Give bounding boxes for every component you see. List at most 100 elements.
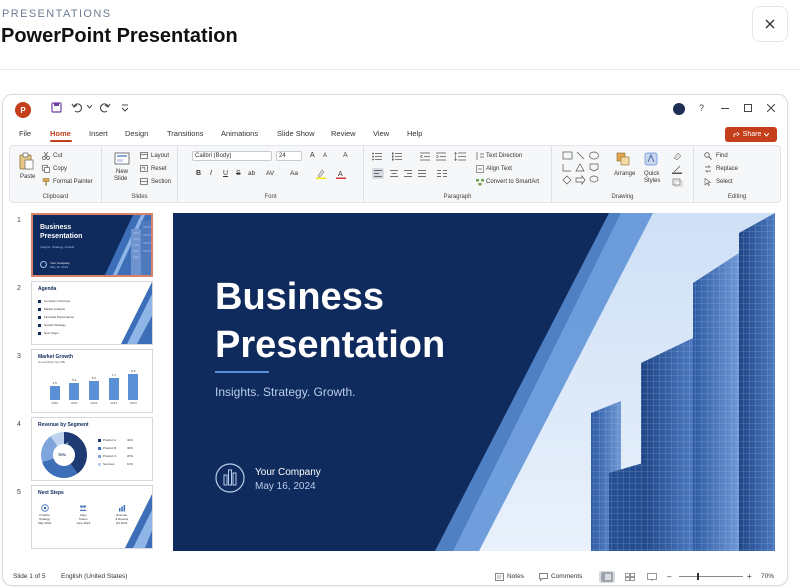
align-right-icon[interactable] xyxy=(402,168,414,179)
underline-button[interactable]: U xyxy=(223,170,228,177)
tab-transitions[interactable]: Transitions xyxy=(167,129,203,138)
line-spacing-icon[interactable] xyxy=(454,152,466,161)
undo-icon[interactable] xyxy=(71,102,83,113)
find-label[interactable]: Find xyxy=(716,153,728,159)
zoom-out-button[interactable]: – xyxy=(667,572,671,581)
tab-animations[interactable]: Animations xyxy=(221,129,258,138)
cut-icon[interactable] xyxy=(42,152,50,160)
slide-thumbnail-2[interactable]: Agenda Company Overview Market Analysis … xyxy=(31,281,153,345)
tab-design[interactable]: Design xyxy=(125,129,148,138)
shrink-font-icon[interactable]: A xyxy=(323,153,327,159)
quick-styles-label-2[interactable]: Styles xyxy=(644,178,660,184)
clear-formatting-icon[interactable]: A xyxy=(343,152,348,159)
new-slide-label[interactable]: New xyxy=(116,169,128,175)
tab-help[interactable]: Help xyxy=(407,129,422,138)
help-icon[interactable]: ? xyxy=(699,103,704,113)
notes-button[interactable]: Notes xyxy=(507,573,524,580)
main-slide-title[interactable]: Business Presentation xyxy=(215,273,445,369)
quick-styles-label[interactable]: Quick xyxy=(644,171,659,177)
font-size-select[interactable]: 24 xyxy=(276,151,302,161)
replace-icon[interactable] xyxy=(704,165,712,173)
layout-label[interactable]: Layout xyxy=(151,153,169,159)
char-spacing-button[interactable]: AV xyxy=(266,170,274,177)
change-case-button[interactable]: Aa xyxy=(290,170,298,177)
shape-outline-icon[interactable] xyxy=(672,165,684,174)
select-icon[interactable] xyxy=(704,178,712,186)
language-indicator[interactable]: English (United States) xyxy=(61,573,127,580)
replace-label[interactable]: Replace xyxy=(716,166,738,172)
comments-button[interactable]: Comments xyxy=(551,573,582,580)
text-direction-label[interactable]: Text Direction xyxy=(486,153,522,159)
zoom-slider-track[interactable] xyxy=(679,576,743,577)
redo-icon[interactable] xyxy=(99,102,111,113)
tab-slide-show[interactable]: Slide Show xyxy=(277,129,315,138)
slide-thumbnail-5[interactable]: Next Steps Finalize Strategy May 2024 Alig… xyxy=(31,485,153,549)
window-close-icon[interactable] xyxy=(767,104,775,112)
tab-view[interactable]: View xyxy=(373,129,389,138)
smartart-icon[interactable] xyxy=(476,178,484,186)
slide-thumbnail-4[interactable]: Revenue by Segment 70% Product A 40% Prod… xyxy=(31,417,153,481)
shapes-gallery-icon[interactable] xyxy=(562,151,606,185)
columns-icon[interactable] xyxy=(436,168,448,179)
undo-dropdown-icon[interactable] xyxy=(87,105,92,109)
slide-thumbnail-1[interactable]: Business Presentation Insights. Strategy… xyxy=(31,213,153,277)
new-slide-icon[interactable] xyxy=(114,152,130,166)
decrease-indent-icon[interactable] xyxy=(420,152,430,161)
new-slide-label-2[interactable]: Slide xyxy=(114,176,127,182)
align-left-button[interactable] xyxy=(372,168,384,179)
tab-review[interactable]: Review xyxy=(331,129,356,138)
comments-icon[interactable] xyxy=(539,573,548,581)
slide-sorter-icon[interactable] xyxy=(625,573,635,581)
account-icon[interactable] xyxy=(673,103,685,115)
section-icon[interactable] xyxy=(140,178,148,185)
format-painter-label[interactable]: Format Painter xyxy=(53,179,93,185)
customize-toolbar-icon[interactable] xyxy=(121,102,129,112)
close-button[interactable] xyxy=(752,6,788,42)
minimize-icon[interactable] xyxy=(721,108,729,110)
paste-icon[interactable] xyxy=(18,152,34,170)
select-label[interactable]: Select xyxy=(716,179,733,185)
maximize-icon[interactable] xyxy=(744,104,752,112)
main-slide-subtitle[interactable]: Insights. Strategy. Growth. xyxy=(215,385,356,399)
font-color-icon[interactable]: A xyxy=(336,169,346,179)
format-painter-icon[interactable] xyxy=(42,178,50,186)
justify-icon[interactable] xyxy=(416,168,428,179)
grow-font-icon[interactable]: A xyxy=(310,152,315,159)
shadow-button[interactable]: ab xyxy=(248,170,255,177)
tab-insert[interactable]: Insert xyxy=(89,129,108,138)
zoom-in-button[interactable]: + xyxy=(747,572,752,581)
highlight-icon[interactable] xyxy=(316,169,326,179)
paste-label[interactable]: Paste xyxy=(20,174,35,180)
reading-view-icon[interactable] xyxy=(647,573,657,581)
copy-icon[interactable] xyxy=(42,165,50,173)
save-icon[interactable] xyxy=(51,102,62,113)
italic-button[interactable]: I xyxy=(210,170,212,177)
align-text-icon[interactable] xyxy=(476,165,484,173)
bullets-icon[interactable] xyxy=(372,152,386,161)
reset-icon[interactable] xyxy=(140,165,148,172)
zoom-slider-handle[interactable] xyxy=(697,573,699,580)
cut-label[interactable]: Cut xyxy=(53,153,62,159)
shape-fill-icon[interactable] xyxy=(672,152,684,161)
tab-file[interactable]: File xyxy=(19,129,31,138)
layout-icon[interactable] xyxy=(140,152,148,159)
strikethrough-button[interactable]: S xyxy=(236,170,241,177)
reset-label[interactable]: Reset xyxy=(151,166,167,172)
zoom-level[interactable]: 70% xyxy=(761,573,774,580)
main-slide-canvas[interactable]: Business Presentation Insights. Strategy… xyxy=(173,213,775,551)
normal-view-button[interactable] xyxy=(599,571,615,583)
tab-home[interactable]: Home xyxy=(50,129,71,138)
section-label[interactable]: Section xyxy=(151,179,171,185)
main-slide-date[interactable]: May 16, 2024 xyxy=(255,481,316,492)
notes-icon[interactable] xyxy=(495,573,504,581)
align-center-icon[interactable] xyxy=(388,168,400,179)
slide-thumbnail-3[interactable]: Market Growth Annual Market Size ($B) 4.… xyxy=(31,349,153,413)
numbering-icon[interactable] xyxy=(392,152,406,161)
shape-effects-icon[interactable] xyxy=(672,178,684,187)
arrange-icon[interactable] xyxy=(616,152,630,166)
bold-button[interactable]: B xyxy=(196,170,201,177)
main-slide-company[interactable]: Your Company xyxy=(255,467,321,478)
share-button[interactable]: Share xyxy=(725,127,777,142)
arrange-label[interactable]: Arrange xyxy=(614,171,635,177)
find-icon[interactable] xyxy=(704,152,712,160)
